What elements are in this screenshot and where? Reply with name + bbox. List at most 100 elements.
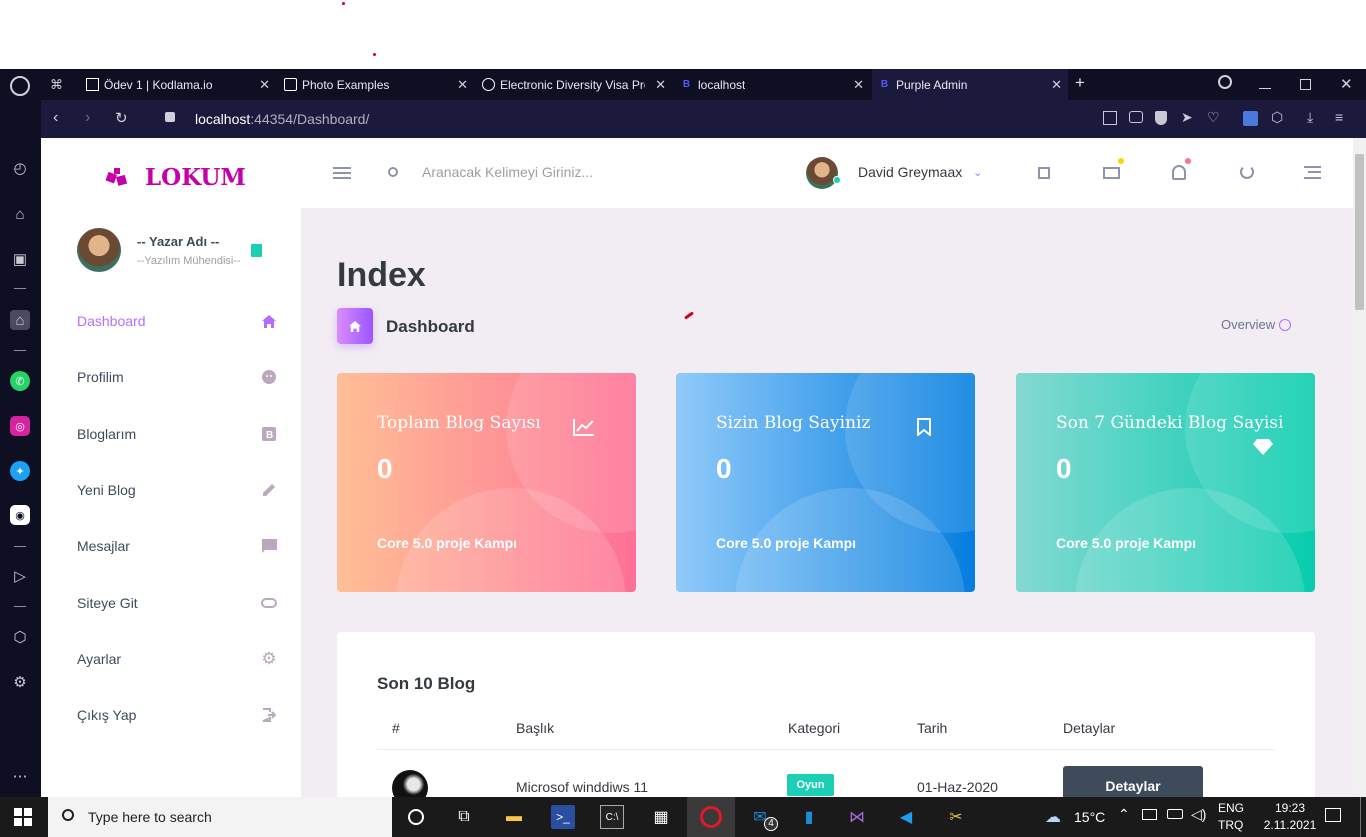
mail-icon[interactable]: [1103, 167, 1120, 179]
task-view-icon[interactable]: ⧉: [452, 805, 476, 829]
twitch-icon[interactable]: ▣: [10, 249, 30, 269]
taskbar-search-input[interactable]: Type here to search: [48, 797, 392, 837]
show-desktop-button[interactable]: [1360, 797, 1361, 837]
divider: [377, 749, 1275, 750]
chevron-up-icon[interactable]: ⌃: [1118, 806, 1130, 823]
menu-icon[interactable]: ≡: [1335, 109, 1343, 125]
camera-icon[interactable]: [1129, 111, 1143, 123]
workspace-icon[interactable]: ⌂: [10, 310, 30, 330]
sidebar-item-cikis-yap[interactable]: Çıkış Yap: [77, 700, 277, 730]
edit-icon[interactable]: [1103, 111, 1117, 125]
download-icon[interactable]: ⤓: [1307, 109, 1313, 126]
file-explorer-icon[interactable]: ▬: [502, 805, 526, 829]
extensions-icon[interactable]: ⬡: [1271, 109, 1283, 126]
tab-purple-admin[interactable]: B Purple Admin ✕: [872, 69, 1068, 100]
details-button[interactable]: Detaylar: [1063, 766, 1203, 797]
back-icon[interactable]: ‹: [53, 109, 58, 127]
fullscreen-icon[interactable]: [1038, 167, 1050, 179]
close-icon[interactable]: ✕: [457, 77, 468, 93]
shopping-icon[interactable]: ⌂: [10, 204, 30, 224]
search-icon: [388, 167, 398, 177]
player-icon[interactable]: ▷: [10, 566, 30, 586]
visual-studio-icon[interactable]: ⋈: [845, 805, 869, 829]
brand-icon: [105, 167, 128, 186]
search-input[interactable]: Aranacak Kelimeyi Giriniz...: [422, 164, 682, 184]
stat-card-total[interactable]: Toplam Blog Sayısı 0 Core 5.0 proje Kamp…: [337, 373, 636, 592]
tablet-app-icon[interactable]: ▮: [797, 805, 821, 829]
close-icon[interactable]: ✕: [1051, 77, 1062, 93]
url-field[interactable]: localhost:44354/Dashboard/: [195, 111, 369, 127]
opera-taskbar-item[interactable]: [687, 797, 735, 837]
powershell-icon[interactable]: >_: [551, 805, 575, 829]
vscode-icon[interactable]: ◀: [894, 805, 918, 829]
cortana-icon[interactable]: [408, 809, 424, 825]
tab-diversity-visa[interactable]: Electronic Diversity Visa Pro ✕: [476, 69, 672, 100]
translate-icon[interactable]: [1243, 111, 1258, 126]
chevron-down-icon[interactable]: ⌄: [973, 166, 982, 179]
send-icon[interactable]: ➤: [1181, 109, 1193, 126]
stat-card-yours[interactable]: Sizin Blog Sayiniz 0 Core 5.0 proje Kamp…: [676, 373, 975, 592]
forward-icon[interactable]: ›: [85, 109, 90, 127]
home-icon: [261, 313, 277, 329]
reload-icon[interactable]: ↻: [115, 109, 128, 127]
shield-icon[interactable]: [1155, 111, 1167, 125]
sidebar-item-ayarlar[interactable]: Ayarlar ⚙: [77, 644, 277, 674]
format-list-icon[interactable]: [1304, 166, 1321, 179]
sidebar-item-dashboard[interactable]: Dashboard: [77, 306, 277, 336]
sidebar-item-yeni-blog[interactable]: Yeni Blog: [77, 475, 277, 505]
gamepad-icon[interactable]: ⌘: [50, 77, 63, 93]
clock[interactable]: 19:23 2.11.2021: [1257, 801, 1323, 832]
avatar[interactable]: [77, 228, 121, 272]
notifications-icon[interactable]: [1325, 808, 1341, 822]
stat-card-last7[interactable]: Son 7 Gündeki Blog Sayisi 0 Core 5.0 pro…: [1016, 373, 1315, 592]
language-indicator[interactable]: ENG TRQ: [1218, 801, 1244, 832]
navbar-avatar[interactable]: [806, 157, 838, 189]
windows-start-icon[interactable]: [14, 808, 32, 826]
sidebar-item-siteye-git[interactable]: Siteye Git: [77, 588, 277, 618]
close-window-icon[interactable]: ✕: [1340, 75, 1353, 93]
hamburger-menu-icon[interactable]: [333, 167, 351, 179]
restore-icon[interactable]: [1300, 79, 1311, 90]
more-icon[interactable]: ⋯: [10, 766, 30, 786]
tab-photo-examples[interactable]: Photo Examples ✕: [278, 69, 474, 100]
battery-icon[interactable]: [1167, 809, 1183, 819]
brand-logo[interactable]: LOKUM: [105, 164, 246, 191]
link-icon: [261, 595, 277, 611]
weather-temp[interactable]: 15°C: [1074, 809, 1105, 825]
tab-kodlama[interactable]: Ödev 1 | Kodlama.io ✕: [80, 69, 276, 100]
whatsapp-icon[interactable]: ✆: [10, 371, 30, 391]
snipping-tool-icon[interactable]: ✂: [944, 805, 968, 829]
sidebar-item-profilim[interactable]: Profilim: [77, 362, 277, 392]
card-value: 0: [377, 453, 393, 484]
close-icon[interactable]: ✕: [655, 77, 666, 93]
power-icon[interactable]: [1240, 165, 1254, 179]
close-icon[interactable]: ✕: [853, 77, 864, 93]
mail-count-badge: 4: [764, 817, 778, 831]
volume-icon[interactable]: ◁): [1191, 806, 1206, 823]
search-tabs-icon[interactable]: [1218, 75, 1232, 89]
sidebar-item-mesajlar[interactable]: Mesajlar: [77, 531, 277, 561]
sidebar-item-bloglarim[interactable]: Bloglarım B: [77, 419, 277, 449]
close-icon[interactable]: ✕: [259, 77, 270, 93]
network-icon[interactable]: [1142, 809, 1157, 820]
cube-icon[interactable]: ⬡: [10, 627, 30, 647]
opera-logo-icon[interactable]: [10, 76, 30, 96]
twitter-icon[interactable]: ✦: [10, 461, 30, 481]
weather-icon[interactable]: ☁: [1041, 805, 1065, 829]
desktop-top-strip: [0, 0, 1366, 69]
speed-dial-icon[interactable]: ◴: [10, 158, 30, 178]
table-title: Son 10 Blog: [377, 674, 476, 693]
discord-icon[interactable]: ◉: [10, 505, 30, 525]
settings-icon[interactable]: ⚙: [10, 672, 30, 692]
tab-localhost[interactable]: B localhost ✕: [674, 69, 870, 100]
instagram-icon[interactable]: ◎: [10, 416, 30, 436]
minimize-icon[interactable]: [1259, 88, 1271, 89]
store-icon[interactable]: ▦: [649, 805, 673, 829]
bell-icon[interactable]: [1172, 165, 1186, 180]
overview-link[interactable]: Overview: [1221, 317, 1291, 332]
profile-name[interactable]: David Greymaax: [858, 164, 962, 180]
scrollbar-thumb[interactable]: [1355, 154, 1364, 310]
new-tab-button[interactable]: +: [1075, 73, 1085, 93]
heart-icon[interactable]: ♡: [1207, 109, 1220, 126]
terminal-icon[interactable]: C:\: [600, 805, 624, 829]
